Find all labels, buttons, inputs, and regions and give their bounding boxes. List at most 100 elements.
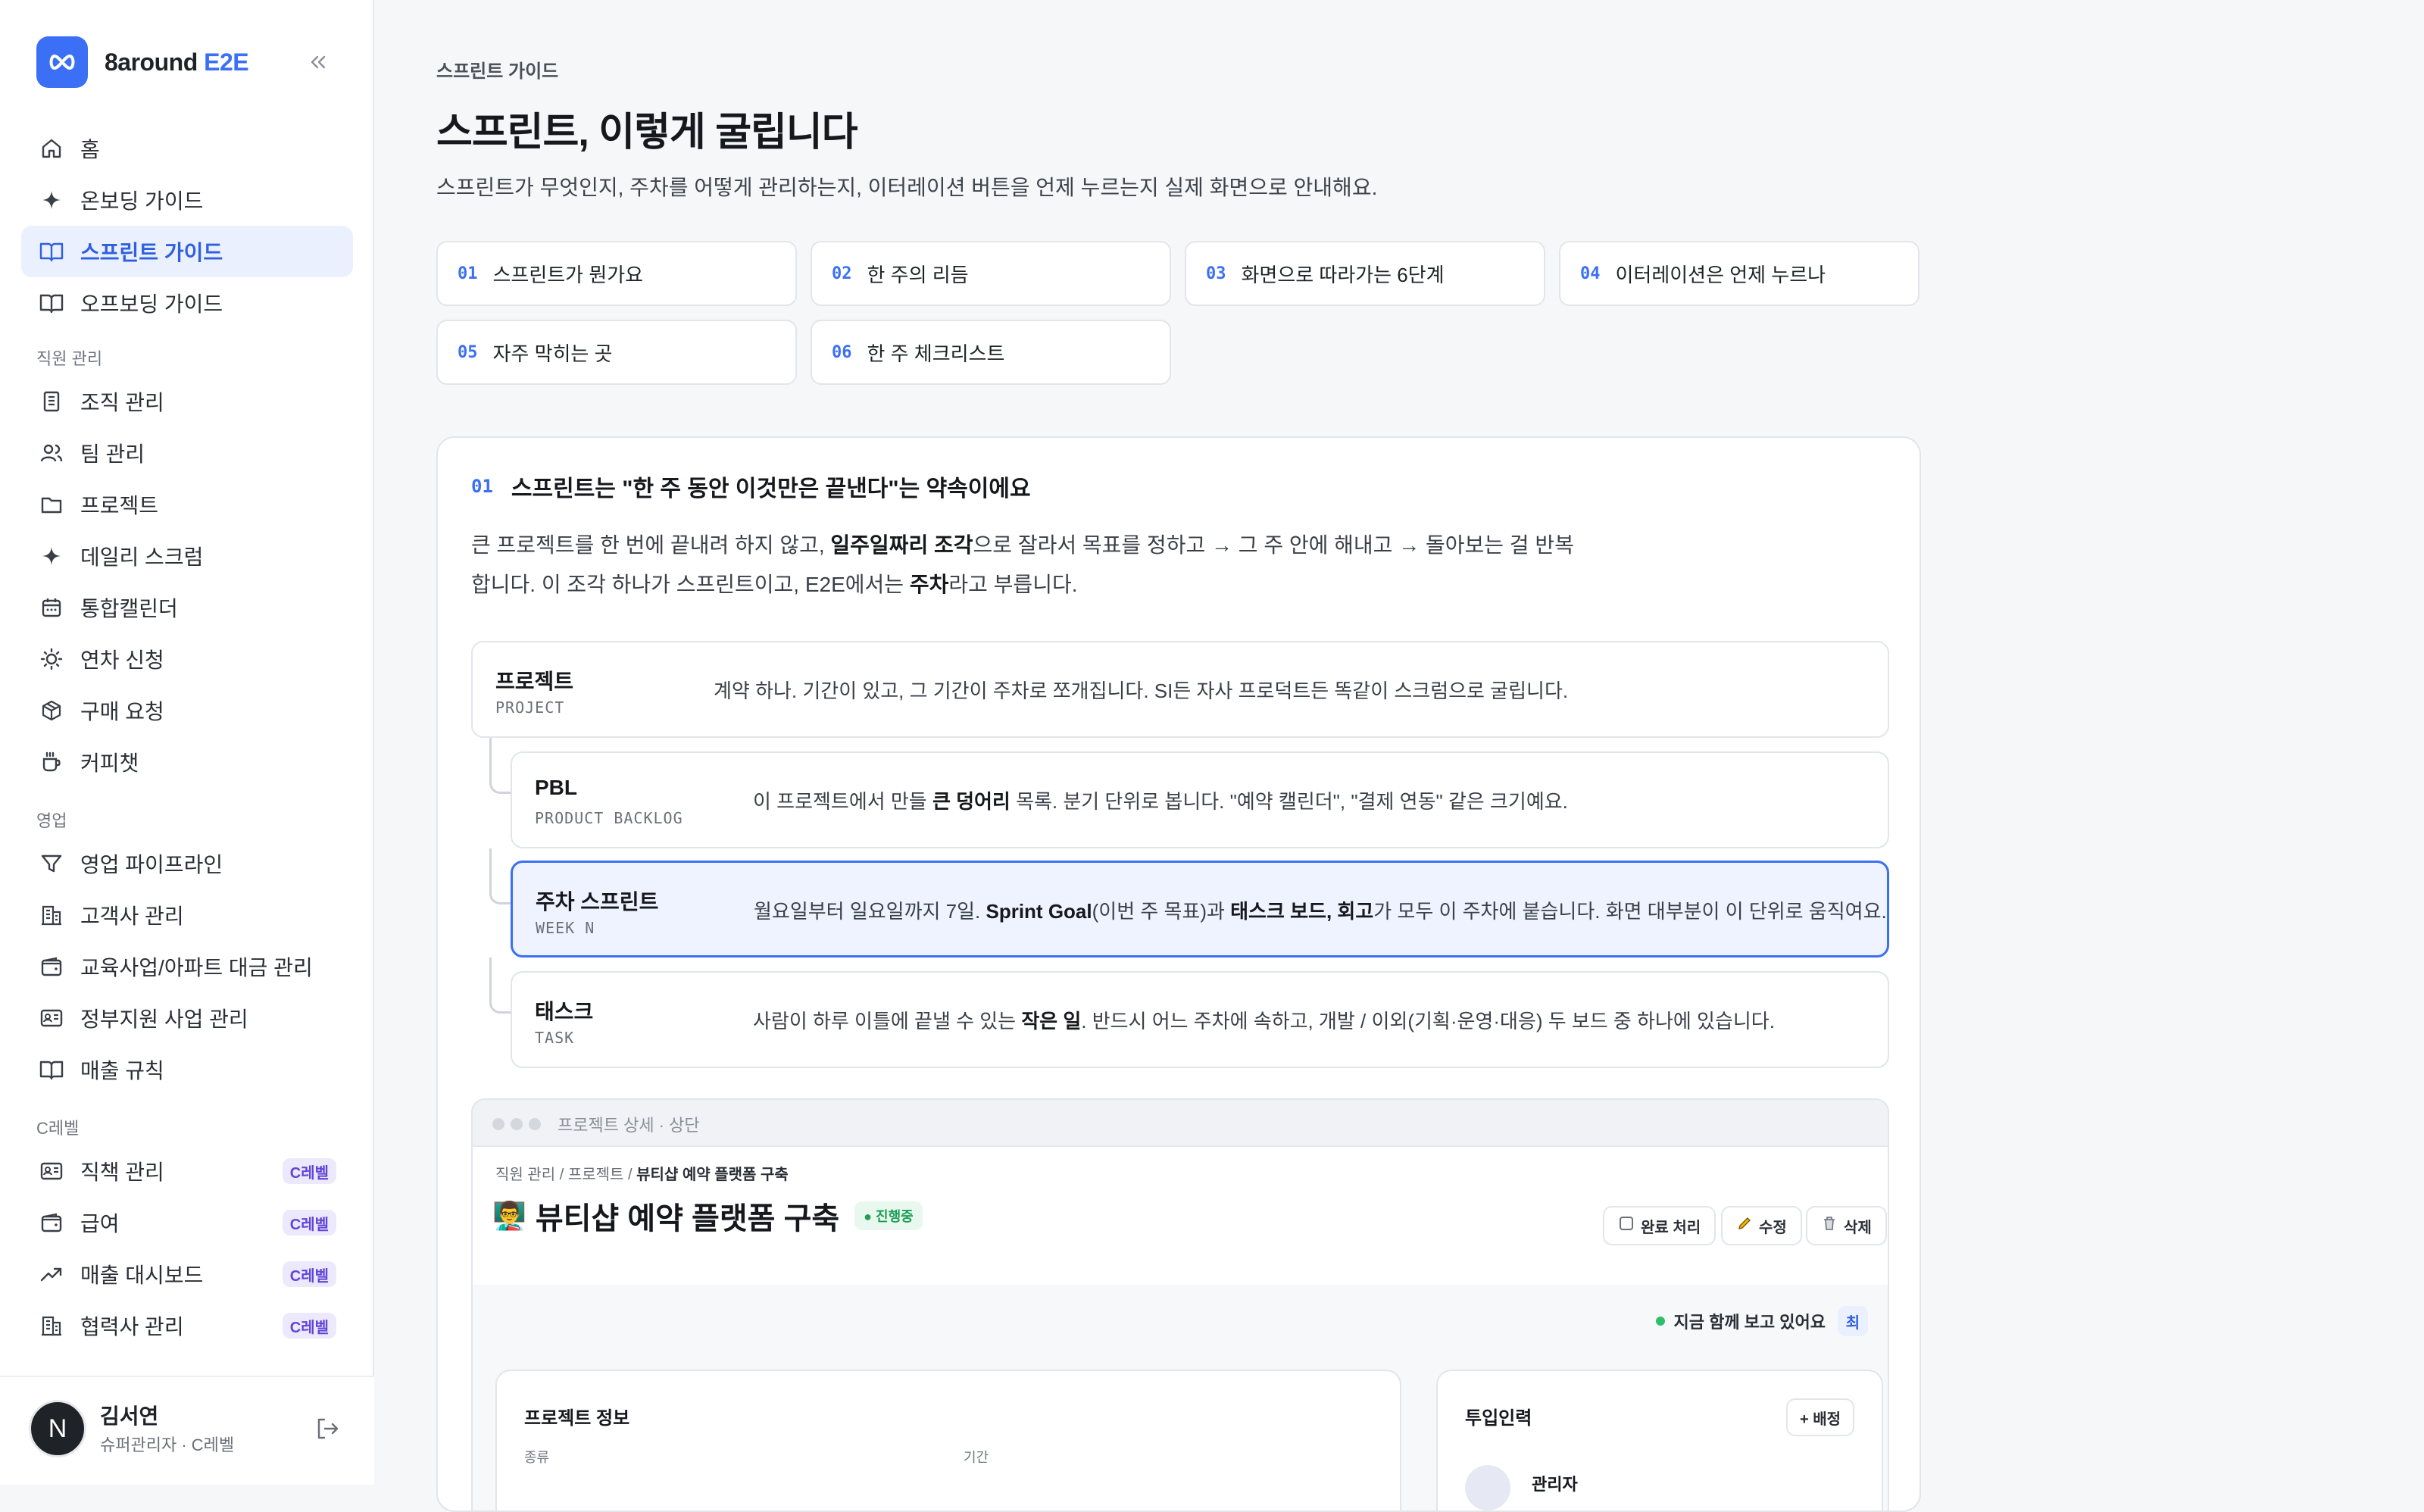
calendar-icon [36,592,67,623]
presence-indicator: 지금 함께 보고 있어요 최 [1655,1306,1868,1336]
tier-week-sprint: 주차 스프린트 WEEK N 월요일부터 일요일까지 7일. Sprint Go… [511,861,1889,957]
preview-title-text: 뷰티샵 예약 플랫폼 구축 [535,1202,840,1236]
tier-task: 태스크 TASK 사람이 하루 이틀에 끝낼 수 있는 작은 일. 반드시 어느… [511,971,1889,1068]
preview-window-bar: 프로젝트 상세 · 상단 [473,1100,1888,1147]
project-emoji: 👨‍🏫 [492,1200,526,1231]
nav-item-payments[interactable]: 교육사업/아파트 대금 관리 [21,941,353,992]
section-heading: 01 스프린트는 "한 주 동안 이것만은 끝낸다"는 약속이에요 [471,470,1031,503]
brand[interactable]: 8around E2E [36,36,249,88]
nav-item-revenue-dashboard[interactable]: 매출 대시보드 C레벨 [21,1248,353,1300]
nav-label: 매출 대시보드 [80,1264,204,1287]
toc-number: 03 [1206,264,1226,283]
nav-label: 매출 규칙 [80,1059,164,1082]
nav-item-clients[interactable]: 고객사 관리 [21,889,353,941]
nav-item-positions[interactable]: 직책 관리 C레벨 [21,1145,353,1197]
toc-card[interactable]: 06 한 주 체크리스트 [811,320,1171,385]
nav-item-revenue-rules[interactable]: 매출 규칙 [21,1044,353,1095]
nav-label: 프로젝트 [80,494,159,517]
checkbox-icon [1618,1215,1635,1236]
logout-icon[interactable] [314,1415,344,1445]
tier-code: PRODUCT BACKLOG [535,809,683,827]
field-label-period: 기간 [964,1450,989,1465]
nav-item-sprint-guide[interactable]: 스프린트 가이드 [21,226,353,277]
wallet-icon [36,951,67,982]
nav-item-gov-support[interactable]: 정부지원 사업 관리 [21,992,353,1044]
assign-button[interactable]: + 배정 [1785,1398,1854,1436]
nav-label: 연차 신청 [80,648,164,672]
sun-icon [36,644,67,674]
nav-label: 구매 요청 [80,700,164,723]
tier-name: PBL [535,776,577,799]
sparkle-icon [36,541,67,571]
nav-item-onboarding[interactable]: 온보딩 가이드 [21,174,353,226]
section-card: 01 스프린트는 "한 주 동안 이것만은 끝낸다"는 약속이에요 큰 프로젝트… [436,436,1921,1512]
nav-label: 데일리 스크럼 [80,545,204,569]
section-title: 스프린트는 "한 주 동안 이것만은 끝낸다"는 약속이에요 [511,476,1031,501]
nav-section-title: 영업 [36,811,67,830]
sidebar: 8around E2E 홈 온보딩 가이드 스프린트 가이드 오프보딩 가이드 … [0,0,374,1485]
nav-item-pipeline[interactable]: 영업 파이프라인 [21,838,353,889]
avatar [1465,1465,1510,1510]
filter-icon [36,848,67,879]
nav-label: 직책 관리 [80,1161,164,1184]
nav-item-daily-scrum[interactable]: 데일리 스크럼 [21,530,353,582]
c-level-badge: C레벨 [282,1210,336,1236]
toc-card[interactable]: 05 자주 막히는 곳 [436,320,797,385]
nav-item-purchase[interactable]: 구매 요청 [21,685,353,736]
edit-button[interactable]: 수정 [1721,1206,1802,1245]
c-level-badge: C레벨 [282,1313,336,1339]
nav-label: 정부지원 사업 관리 [80,1007,248,1031]
toc-label: 한 주 체크리스트 [867,342,1005,365]
avatar[interactable]: N [29,1400,86,1457]
trending-up-icon [36,1259,67,1289]
nav-item-home[interactable]: 홈 [21,123,353,174]
nav-section-title: 직원 관리 [36,349,103,368]
toc-number: 01 [458,264,478,283]
nav-item-team[interactable]: 팀 관리 [21,427,353,479]
nav-item-org[interactable]: 조직 관리 [21,376,353,427]
collapse-sidebar-icon[interactable] [303,48,333,76]
tier-description: 이 프로젝트에서 만들 큰 덩어리 목록. 분기 단위로 봅니다. "예약 캘린… [753,790,1568,813]
breadcrumb: 스프린트 가이드 [436,61,559,82]
book-icon [36,236,67,267]
tier-description: 계약 하나. 기간이 있고, 그 기간이 주차로 쪼개집니다. SI든 자사 프… [714,679,1569,702]
toc-number: 04 [1580,264,1601,283]
toc-card[interactable]: 02 한 주의 리듬 [811,241,1171,306]
status-badge: ● 진행중 [854,1201,923,1230]
toc-label: 자주 막히는 곳 [492,342,613,365]
page-subtitle: 스프린트가 무엇인지, 주차를 어떻게 관리하는지, 이터레이션 버튼을 언제 … [436,176,1378,199]
home-icon [36,133,67,164]
nav-item-partners[interactable]: 협력사 관리 C레벨 [21,1300,353,1351]
tier-pbl: PBL PRODUCT BACKLOG 이 프로젝트에서 만들 큰 덩어리 목록… [511,751,1889,848]
nav-label: 협력사 관리 [80,1315,184,1339]
panel-title: 투입인력 [1465,1408,1532,1429]
complete-button[interactable]: 완료 처리 [1603,1206,1716,1245]
toc-card[interactable]: 04 이터레이션은 언제 누르나 [1559,241,1920,306]
nav-item-offboarding[interactable]: 오프보딩 가이드 [21,277,353,329]
toc-number: 06 [832,342,852,362]
nav-section-title: C레벨 [36,1119,80,1138]
preview-breadcrumb: 직원 관리 / 프로젝트 / 뷰티샵 예약 플랫폼 구축 [495,1167,789,1183]
preview-tag: 프로젝트 상세 · 상단 [558,1116,700,1135]
toc-card[interactable]: 03 화면으로 따라가는 6단계 [1185,241,1545,306]
nav-item-salary[interactable]: 급여 C레벨 [21,1197,353,1248]
delete-button[interactable]: 삭제 [1806,1206,1887,1245]
toc-number: 05 [458,342,478,362]
nav-item-leave[interactable]: 연차 신청 [21,633,353,685]
online-dot [1655,1317,1665,1326]
sparkle-icon [36,185,67,215]
tier-connector [489,848,511,904]
nav-item-project[interactable]: 프로젝트 [21,479,353,530]
building-icon [36,900,67,930]
package-icon [36,695,67,726]
viewer-avatar[interactable]: 최 [1838,1306,1868,1336]
nav-item-calendar[interactable]: 통합캘린더 [21,582,353,633]
toc-card[interactable]: 01 스프린트가 뭔가요 [436,241,797,306]
user-profile: N 김서연 슈퍼관리자 · C레벨 [0,1376,374,1485]
presence-text: 지금 함께 보고 있어요 [1673,1313,1826,1332]
tier-description: 사람이 하루 이틀에 끝낼 수 있는 작은 일. 반드시 어느 주차에 속하고,… [753,1010,1775,1032]
nav-item-coffee-chat[interactable]: 커피챗 [21,736,353,788]
building-icon [36,1311,67,1341]
section-body: 큰 프로젝트를 한 번에 끝내려 하지 않고, 일주일짜리 조각으로 잘라서 목… [471,533,1574,596]
tier-connector [489,738,511,794]
